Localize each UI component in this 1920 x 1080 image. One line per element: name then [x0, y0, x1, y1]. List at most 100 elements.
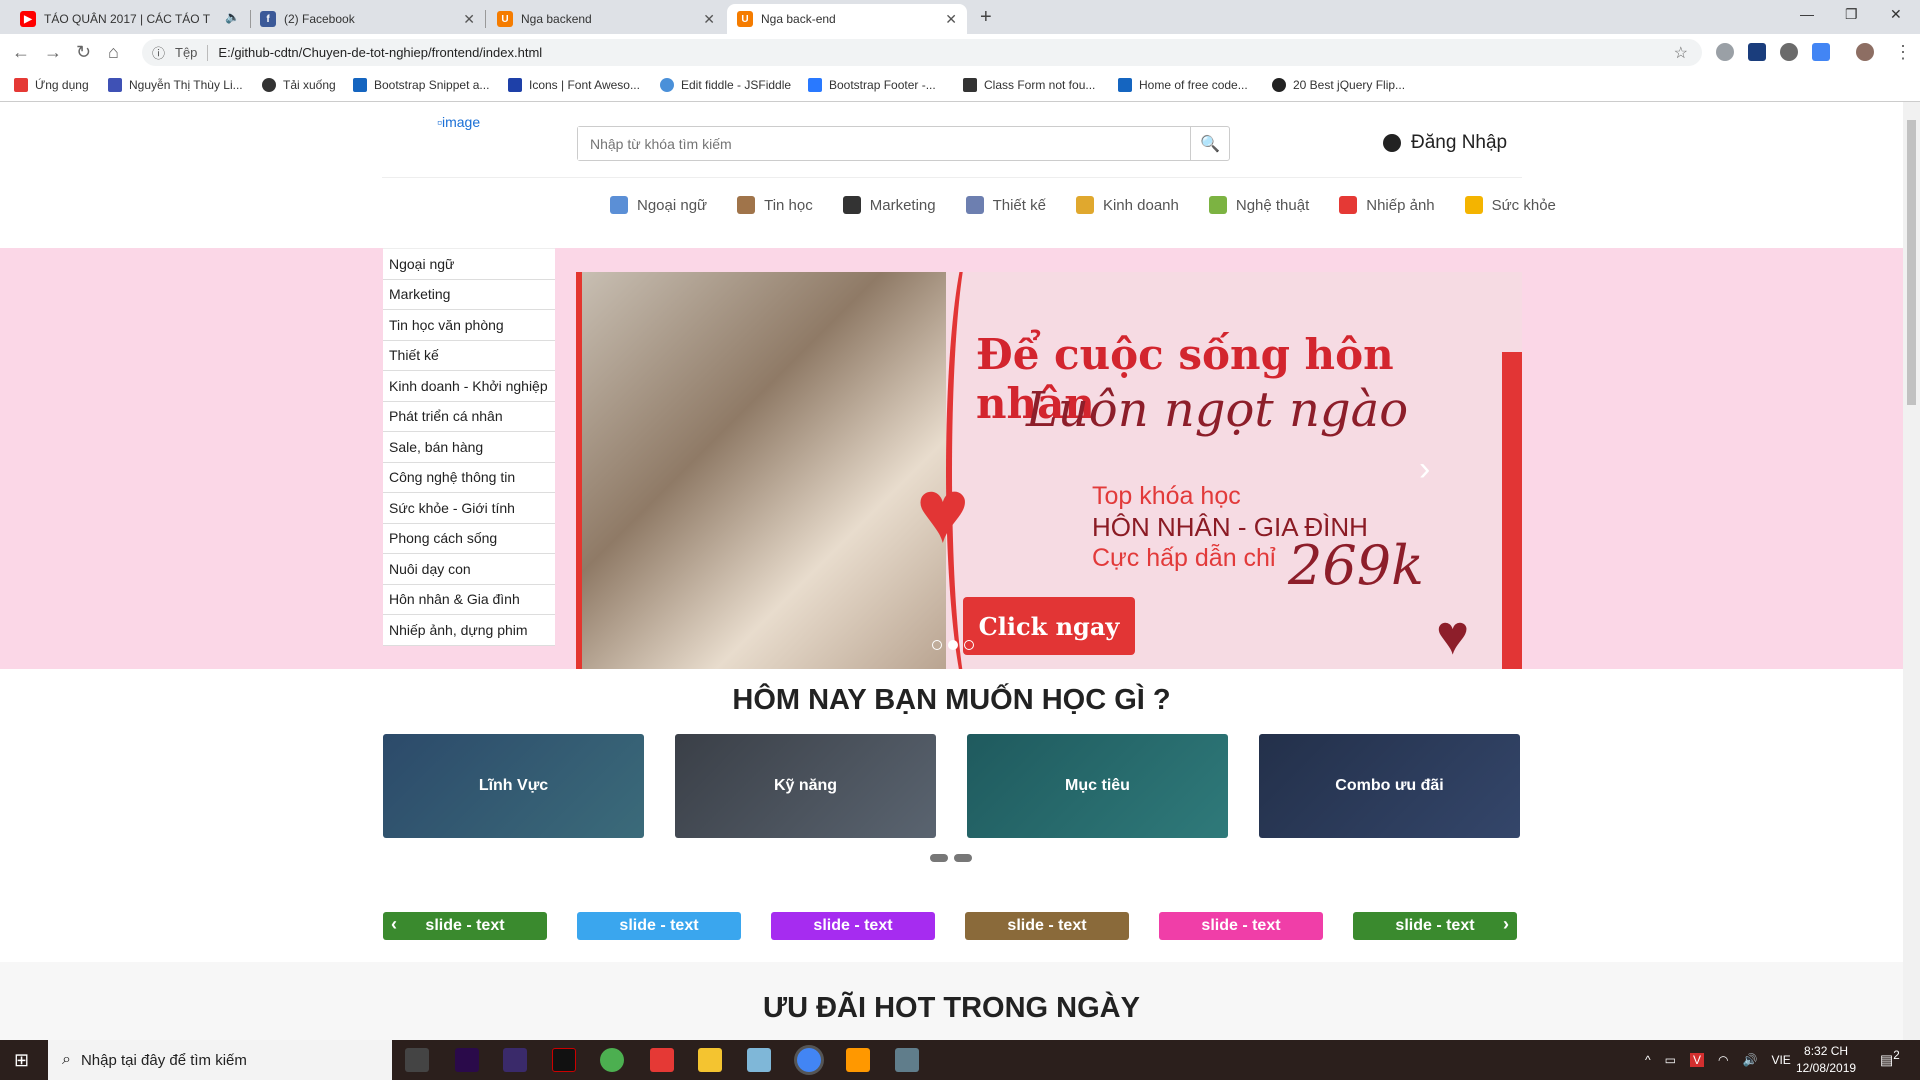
notification-icon[interactable]: ▤2 [1880, 1049, 1900, 1069]
carousel-dot[interactable] [948, 640, 958, 650]
tag-button[interactable]: slide - text [965, 912, 1129, 940]
new-tab-button[interactable]: + [980, 6, 992, 29]
carousel-next-icon[interactable]: › [1419, 450, 1430, 489]
nav-item-suc-khoe[interactable]: Sức khỏe [1464, 196, 1556, 214]
close-icon[interactable]: ✕ [703, 11, 715, 28]
scrollbar-thumb[interactable] [1907, 120, 1916, 405]
taskbar-search[interactable]: ⌕ Nhập tại đây để tìm kiếm [48, 1040, 392, 1080]
bookmark-item[interactable]: Nguyễn Thị Thùy Li... [108, 78, 243, 92]
nav-item-nhiep-anh[interactable]: Nhiếp ảnh [1339, 196, 1435, 214]
side-menu-item[interactable]: Ngoại ngữ [383, 249, 555, 280]
tag-button[interactable]: slide - text [771, 912, 935, 940]
side-menu-item[interactable]: Nuôi dạy con [383, 554, 555, 585]
search-input[interactable] [578, 127, 1190, 160]
profile-avatar[interactable] [1856, 43, 1874, 61]
carousel-dot[interactable] [930, 854, 948, 862]
bookmark-star-icon[interactable]: ☆ [1674, 43, 1688, 63]
side-menu-item[interactable]: Sale, bán hàng [383, 432, 555, 463]
cloud-extension-icon[interactable] [1716, 43, 1734, 61]
bookmark-item[interactable]: Ứng dụng [14, 78, 89, 92]
forward-icon[interactable]: → [44, 42, 62, 63]
tab-facebook[interactable]: f (2) Facebook ✕ [250, 4, 485, 34]
clock[interactable]: 8:32 CH 12/08/2019 [1796, 1043, 1856, 1077]
url-field[interactable]: ⓘ Tệp E:/github-cdtn/Chuyen-de-tot-nghie… [142, 39, 1702, 66]
side-menu-item[interactable]: Hôn nhân & Gia đình [383, 585, 555, 615]
click-now-button[interactable]: Click ngay [963, 597, 1135, 655]
site-logo[interactable]: ▫image [437, 114, 480, 130]
reload-icon[interactable]: ↻ [76, 42, 91, 63]
side-menu-item[interactable]: Phong cách sống [383, 524, 555, 554]
close-window-button[interactable]: ✕ [1890, 6, 1902, 23]
card-combo[interactable]: Combo ưu đãi [1259, 734, 1520, 838]
bookmark-item[interactable]: Bootstrap Footer -... [808, 78, 936, 92]
side-menu-item[interactable]: Thiết kế [383, 341, 555, 371]
garena-icon[interactable] [552, 1048, 576, 1072]
bookmark-item[interactable]: Bootstrap Snippet a... [353, 78, 489, 92]
chevron-right-icon[interactable]: › [1503, 914, 1509, 935]
menu-icon[interactable]: ⋮ [1894, 42, 1912, 63]
wifi-icon[interactable]: ◠ [1718, 1053, 1728, 1067]
file-explorer-icon[interactable] [698, 1048, 722, 1072]
side-menu-item[interactable]: Phát triển cá nhân [383, 402, 555, 432]
app-icon[interactable] [650, 1048, 674, 1072]
bookmark-item[interactable]: 20 Best jQuery Flip... [1272, 78, 1405, 92]
app-icon[interactable] [895, 1048, 919, 1072]
carousel-dot[interactable] [932, 640, 942, 650]
chrome-icon[interactable] [797, 1048, 821, 1072]
chevron-up-icon[interactable]: ^ [1645, 1053, 1651, 1067]
info-icon[interactable]: ⓘ [152, 43, 165, 62]
minimize-button[interactable]: — [1800, 6, 1814, 22]
carousel-dot[interactable] [954, 854, 972, 862]
tag-button[interactable]: slide - text › [1353, 912, 1517, 940]
tab-nga-backend[interactable]: U Nga backend ✕ [487, 4, 725, 34]
page-scrollbar[interactable] [1903, 102, 1920, 1040]
language-indicator[interactable]: VIE [1771, 1053, 1790, 1067]
bookmark-item[interactable]: Icons | Font Aweso... [508, 78, 640, 92]
app-icon[interactable] [747, 1048, 771, 1072]
bookmark-item[interactable]: Edit fiddle - JSFiddle [660, 78, 791, 92]
home-icon[interactable]: ⌂ [108, 42, 119, 63]
tag-button[interactable]: ‹ slide - text [383, 912, 547, 940]
tab-youtube[interactable]: ▶ TÁO QUÂN 2017 | CÁC TÁO T 🔈 [10, 4, 250, 34]
app-icon[interactable] [600, 1048, 624, 1072]
extension-icon[interactable] [1748, 43, 1766, 61]
search-button[interactable]: 🔍 [1190, 127, 1229, 160]
close-icon[interactable]: ✕ [945, 11, 957, 28]
windows-start-icon[interactable]: ⊞ [14, 1050, 29, 1071]
pinterest-icon[interactable] [1780, 43, 1798, 61]
back-icon[interactable]: ← [12, 42, 30, 63]
nav-item-tin-hoc[interactable]: Tin học [737, 196, 813, 214]
side-menu-item[interactable]: Công nghệ thông tin [383, 463, 555, 493]
sublime-icon[interactable] [846, 1048, 870, 1072]
nav-item-kinh-doanh[interactable]: Kinh doanh [1075, 196, 1179, 214]
nav-item-marketing[interactable]: Marketing [842, 196, 936, 214]
nav-item-nghe-thuat[interactable]: Nghệ thuật [1208, 196, 1309, 214]
close-icon[interactable]: ✕ [463, 11, 475, 28]
carousel-dot[interactable] [964, 640, 974, 650]
speaker-icon[interactable]: 🔈 [225, 10, 240, 24]
side-menu-item[interactable]: Tin học văn phòng [383, 310, 555, 341]
card-ky-nang[interactable]: Kỹ năng [675, 734, 936, 838]
nav-item-thiet-ke[interactable]: Thiết kế [965, 196, 1046, 214]
side-menu-item[interactable]: Nhiếp ảnh, dựng phim [383, 615, 555, 646]
maximize-button[interactable]: ❐ [1845, 6, 1858, 23]
phpstorm-icon[interactable] [503, 1048, 527, 1072]
volume-icon[interactable]: 🔊 [1742, 1053, 1757, 1067]
battery-icon[interactable]: ▭ [1665, 1053, 1676, 1067]
nav-item-ngoai-ngu[interactable]: Ngoại ngữ [610, 196, 707, 214]
tab-nga-back-end[interactable]: U Nga back-end ✕ [727, 4, 967, 34]
premiere-icon[interactable] [455, 1048, 479, 1072]
side-menu-item[interactable]: Sức khỏe - Giới tính [383, 493, 555, 524]
card-muc-tieu[interactable]: Mục tiêu [967, 734, 1228, 838]
bookmark-item[interactable]: Tải xuống [262, 78, 336, 92]
card-linh-vuc[interactable]: Lĩnh Vực [383, 734, 644, 838]
side-menu-item[interactable]: Kinh doanh - Khởi nghiệp [383, 371, 555, 402]
chevron-left-icon[interactable]: ‹ [391, 914, 397, 935]
task-view-icon[interactable] [405, 1048, 429, 1072]
translate-icon[interactable] [1812, 43, 1830, 61]
side-menu-item[interactable]: Marketing [383, 280, 555, 310]
tag-button[interactable]: slide - text [577, 912, 741, 940]
unikey-icon[interactable]: V [1689, 1053, 1704, 1067]
bookmark-item[interactable]: Class Form not fou... [963, 78, 1095, 92]
tag-button[interactable]: slide - text [1159, 912, 1323, 940]
